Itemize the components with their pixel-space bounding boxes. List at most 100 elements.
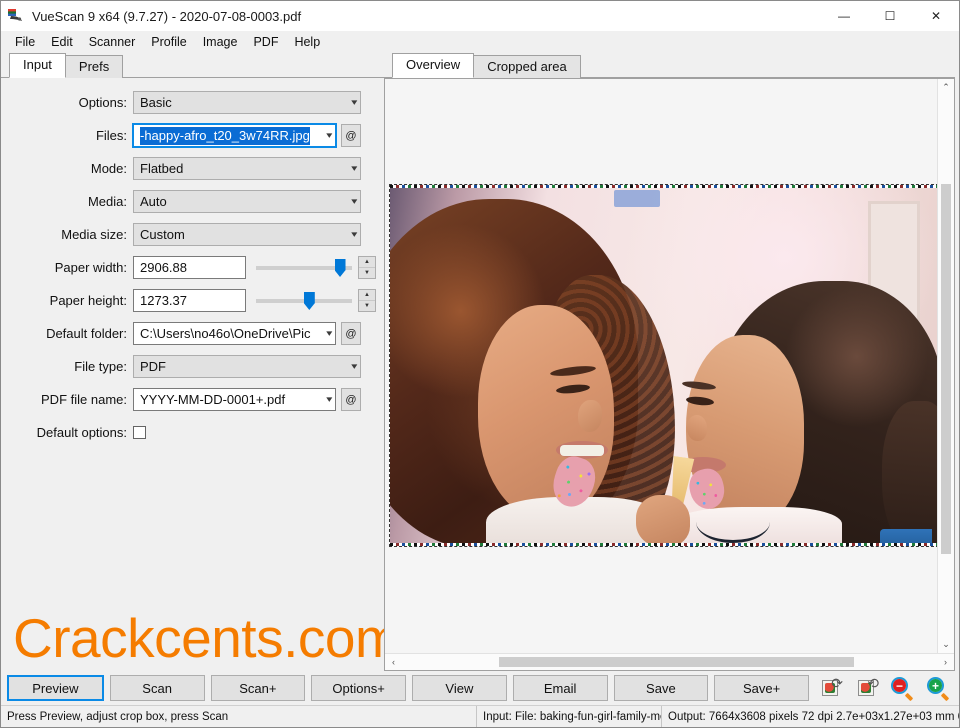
paper-width-input[interactable]: 2906.88: [133, 256, 246, 279]
slider-thumb[interactable]: [335, 259, 346, 277]
pdf-file-name-value: YYYY-MM-DD-0001+.pdf: [140, 392, 285, 407]
chevron-down-icon: ▾: [344, 196, 358, 207]
right-tabstrip: Overview Cropped area: [384, 53, 955, 78]
pdf-file-name-select[interactable]: YYYY-MM-DD-0001+.pdf ▾: [133, 388, 336, 411]
email-button[interactable]: Email: [513, 675, 608, 701]
menu-pdf[interactable]: PDF: [245, 33, 286, 51]
media-size-value: Custom: [140, 227, 185, 242]
zoom-out-magnifier: −: [891, 677, 913, 699]
left-form: Options: Basic ▾ Files: -happy-afro_t20_…: [1, 78, 384, 671]
zoom-out-symbol: −: [893, 679, 906, 692]
vertical-scroll-thumb[interactable]: [941, 184, 951, 554]
close-button[interactable]: ✕: [913, 1, 959, 31]
files-label: Files:: [1, 128, 133, 143]
menu-help[interactable]: Help: [286, 33, 328, 51]
scroll-right-button[interactable]: ›: [937, 654, 954, 670]
tab-cropped-area[interactable]: Cropped area: [473, 55, 581, 78]
preview-vertical-scrollbar[interactable]: ⌃ ⌄: [937, 79, 954, 653]
mode-select[interactable]: Flatbed ▾: [133, 157, 361, 180]
scroll-down-button[interactable]: ⌄: [938, 636, 954, 653]
menu-image[interactable]: Image: [195, 33, 246, 51]
paper-height-value: 1273.37: [140, 293, 187, 308]
zoom-in-magnifier: +: [927, 677, 949, 699]
magnifier-ring: −: [891, 677, 908, 694]
default-folder-at-button[interactable]: @: [341, 322, 361, 345]
row-default-options: Default options:: [1, 421, 384, 444]
row-media: Media: Auto ▾: [1, 190, 384, 213]
mode-value: Flatbed: [140, 161, 183, 176]
chevron-down-icon: ▾: [319, 394, 333, 405]
horizontal-scroll-thumb[interactable]: [499, 657, 854, 667]
files-at-button[interactable]: @: [341, 124, 361, 147]
window-title: VueScan 9 x64 (9.7.27) - 2020-07-08-0003…: [32, 9, 301, 24]
paper-width-slider[interactable]: [256, 256, 352, 279]
file-type-select[interactable]: PDF ▾: [133, 355, 361, 378]
paper-height-slider[interactable]: [256, 289, 352, 312]
mother-teeth: [560, 445, 604, 456]
paper-height-stepper[interactable]: ▲ ▼: [358, 289, 376, 312]
preview-button[interactable]: Preview: [7, 675, 104, 701]
file-type-label: File type:: [1, 359, 133, 374]
default-options-label: Default options:: [1, 425, 133, 440]
default-options-checkbox[interactable]: [133, 426, 146, 439]
tab-input[interactable]: Input: [9, 53, 66, 78]
row-mode: Mode: Flatbed ▾: [1, 157, 384, 180]
default-folder-label: Default folder:: [1, 326, 133, 341]
zoom-in-icon[interactable]: +: [923, 674, 953, 702]
files-select[interactable]: -happy-afro_t20_3w74RR.jpg ▾: [133, 124, 336, 147]
scan-button[interactable]: Scan: [110, 675, 205, 701]
chevron-down-icon: ▾: [344, 229, 358, 240]
stepper-down-icon[interactable]: ▼: [359, 301, 375, 311]
magnifier-handle: [941, 693, 949, 701]
options-plus-button[interactable]: Options+: [311, 675, 406, 701]
menu-scanner[interactable]: Scanner: [81, 33, 144, 51]
options-select[interactable]: Basic ▾: [133, 91, 361, 114]
preview-canvas[interactable]: ⌃ ⌄: [385, 79, 954, 653]
media-size-label: Media size:: [1, 227, 133, 242]
paper-height-input[interactable]: 1273.37: [133, 289, 246, 312]
rotate-left-icon[interactable]: ⟲: [851, 674, 881, 702]
magnifier-handle: [905, 693, 913, 701]
stepper-up-icon[interactable]: ▲: [359, 257, 375, 268]
scroll-up-button[interactable]: ⌃: [938, 79, 954, 96]
tab-prefs[interactable]: Prefs: [65, 55, 123, 78]
minimize-button[interactable]: —: [821, 1, 867, 31]
menu-edit[interactable]: Edit: [43, 33, 81, 51]
stepper-up-icon[interactable]: ▲: [359, 290, 375, 301]
status-output: Output: 7664x3608 pixels 72 dpi 2.7e+03x…: [661, 706, 959, 727]
chevron-down-icon: ▾: [344, 361, 358, 372]
zoom-out-icon[interactable]: −: [887, 674, 917, 702]
rotate-right-icon[interactable]: ⟳: [815, 674, 845, 702]
default-folder-value: C:\Users\no46o\OneDrive\Pic: [140, 326, 311, 341]
scan-plus-button[interactable]: Scan+: [211, 675, 306, 701]
maximize-button[interactable]: ☐: [867, 1, 913, 31]
tab-overview[interactable]: Overview: [392, 53, 474, 78]
main-body: Input Prefs Options: Basic ▾ Files: -hap…: [1, 53, 959, 671]
files-value: -happy-afro_t20_3w74RR.jpg: [140, 127, 310, 145]
preview-horizontal-scrollbar[interactable]: ‹ ›: [385, 653, 954, 670]
crop-marquee-bottom[interactable]: [390, 543, 938, 546]
scanned-image[interactable]: [390, 185, 938, 546]
paper-width-stepper[interactable]: ▲ ▼: [358, 256, 376, 279]
mode-label: Mode:: [1, 161, 133, 176]
status-bar: Press Preview, adjust crop box, press Sc…: [1, 705, 959, 727]
rotate-left-arrow-icon: ⟲: [867, 675, 879, 692]
scroll-left-button[interactable]: ‹: [385, 654, 402, 670]
default-folder-select[interactable]: C:\Users\no46o\OneDrive\Pic ▾: [133, 322, 336, 345]
menu-file[interactable]: File: [7, 33, 43, 51]
left-tabstrip: Input Prefs: [1, 53, 384, 78]
crop-marquee-top[interactable]: [390, 185, 938, 188]
menu-profile[interactable]: Profile: [143, 33, 194, 51]
media-size-select[interactable]: Custom ▾: [133, 223, 361, 246]
slider-thumb[interactable]: [304, 292, 315, 310]
media-select[interactable]: Auto ▾: [133, 190, 361, 213]
pdf-file-name-at-button[interactable]: @: [341, 388, 361, 411]
save-button[interactable]: Save: [614, 675, 709, 701]
chevron-down-icon: ▾: [344, 163, 358, 174]
daughter-necklace: [696, 501, 770, 543]
left-settings-panel: Input Prefs Options: Basic ▾ Files: -hap…: [1, 53, 384, 671]
view-button[interactable]: View: [412, 675, 507, 701]
action-toolbar: Preview Scan Scan+ Options+ View Email S…: [1, 671, 959, 705]
stepper-down-icon[interactable]: ▼: [359, 268, 375, 278]
save-plus-button[interactable]: Save+: [714, 675, 809, 701]
